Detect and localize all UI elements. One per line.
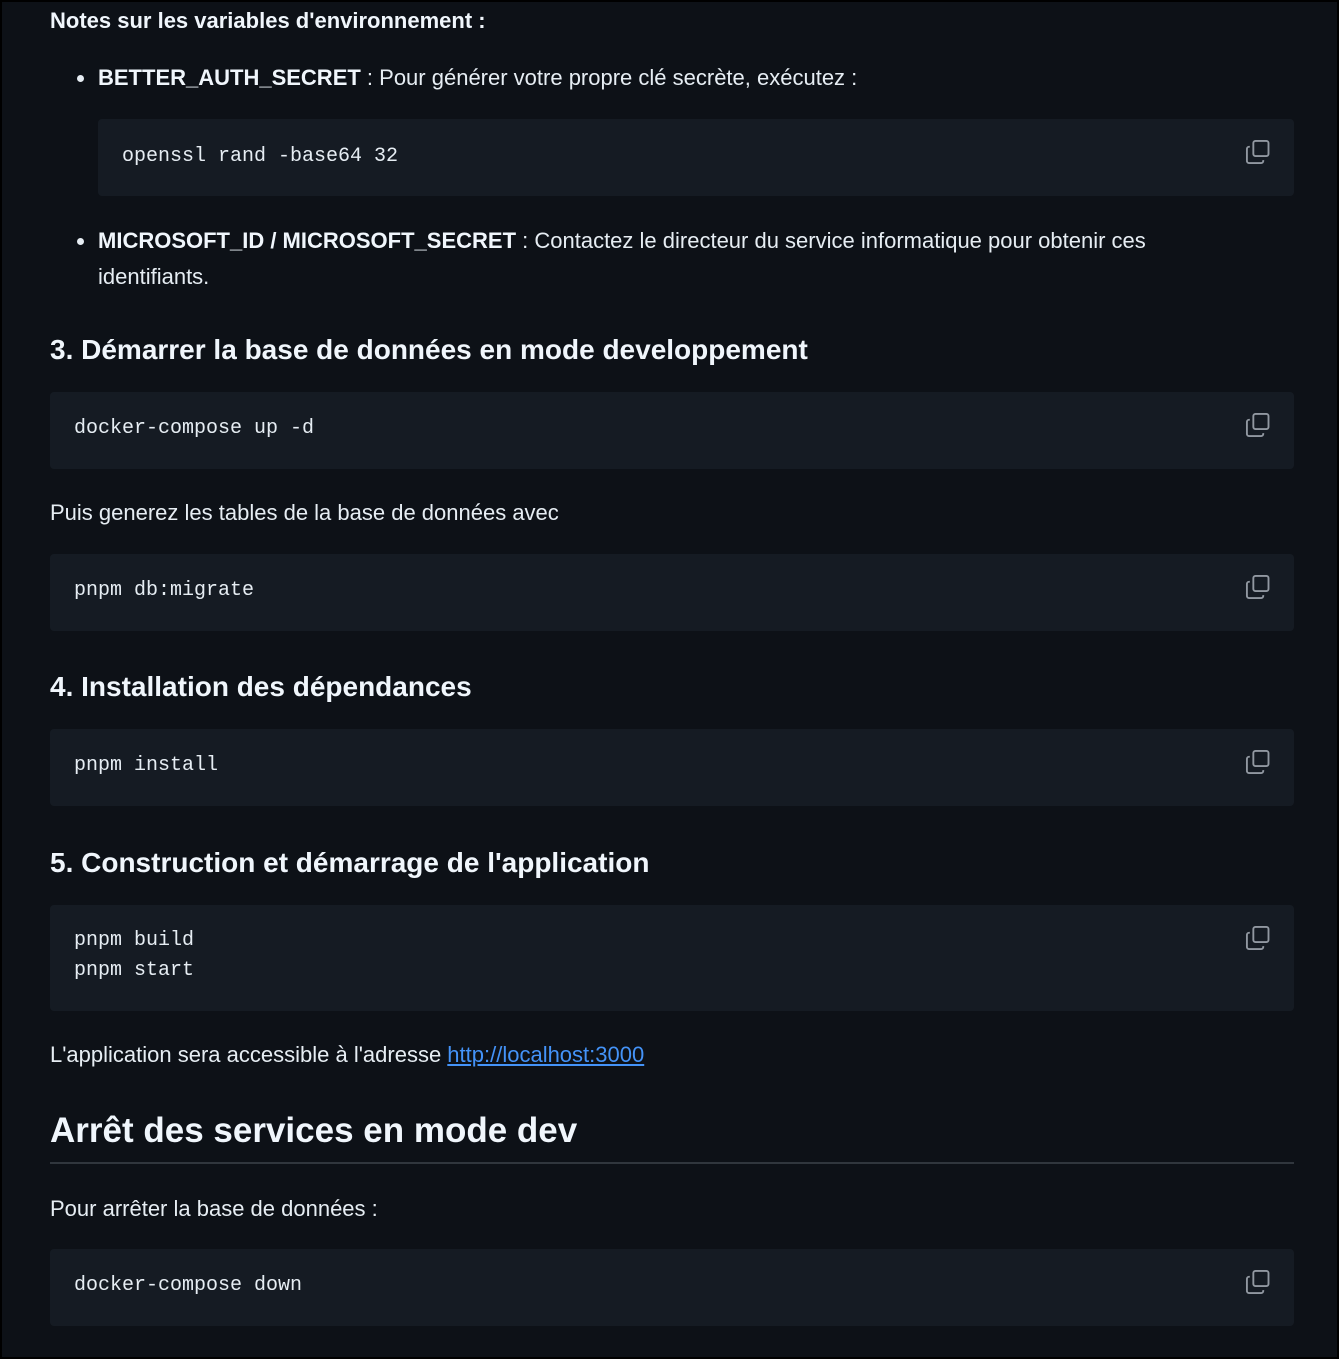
code-block-docker-up: docker-compose up -d [50,392,1294,469]
code-block-docker-down: docker-compose down [50,1249,1294,1326]
paragraph-stop-db: Pour arrêter la base de données : [50,1196,378,1221]
code-block-openssl: openssl rand -base64 32 [98,119,1294,196]
code-line: pnpm build [74,929,195,952]
code-text: pnpm db:migrate [74,579,255,602]
code-line: pnpm start [74,959,195,982]
copy-button[interactable] [1244,411,1272,439]
code-block-pnpm-install: pnpm install [50,729,1294,806]
copy-icon [1245,1269,1270,1295]
heading-section-4: 4. Installation des dépendances [50,671,472,702]
readme-page: Notes sur les variables d'environnement … [0,0,1339,1359]
notes-item-key: MICROSOFT_ID / MICROSOFT_SECRET [98,228,517,253]
copy-button[interactable] [1244,924,1272,952]
copy-icon [1245,139,1270,165]
paragraph-generate-tables: Puis generez les tables de la base de do… [50,500,559,525]
copy-button[interactable] [1244,138,1272,166]
notes-item-key: BETTER_AUTH_SECRET [98,65,361,90]
code-text: docker-compose down [74,1274,303,1297]
copy-icon [1245,412,1270,438]
copy-icon [1245,925,1270,951]
code-text: pnpm install [74,754,219,777]
heading-section-5: 5. Construction et démarrage de l'applic… [50,847,650,878]
copy-icon [1245,749,1270,775]
copy-button[interactable] [1244,1268,1272,1296]
code-text: docker-compose up -d [74,417,315,440]
bullet-dot [77,75,84,82]
code-block-build-start: pnpm build pnpm start [50,905,1294,1011]
paragraph-text: L'application sera accessible à l'adress… [50,1042,448,1067]
notes-item-microsoft: MICROSOFT_ID / MICROSOFT_SECRET : Contac… [98,223,1258,295]
heading-section-3: 3. Démarrer la base de données en mode d… [50,334,808,365]
heading-stop-services: Arrêt des services en mode dev [50,1111,578,1150]
notes-item-better-auth: BETTER_AUTH_SECRET : Pour générer votre … [98,60,1278,96]
code-text: openssl rand -base64 32 [122,145,399,168]
notes-title: Notes sur les variables d'environnement … [50,8,486,33]
bullet-dot [77,238,84,245]
notes-item-text: : Pour générer votre propre clé secrète,… [360,65,858,90]
copy-button[interactable] [1244,748,1272,776]
code-block-db-migrate: pnpm db:migrate [50,554,1294,631]
copy-icon [1245,574,1270,600]
paragraph-app-url: L'application sera accessible à l'adress… [50,1037,644,1073]
localhost-link[interactable]: http://localhost:3000 [447,1042,644,1067]
heading-divider [50,1162,1294,1164]
copy-button[interactable] [1244,573,1272,601]
